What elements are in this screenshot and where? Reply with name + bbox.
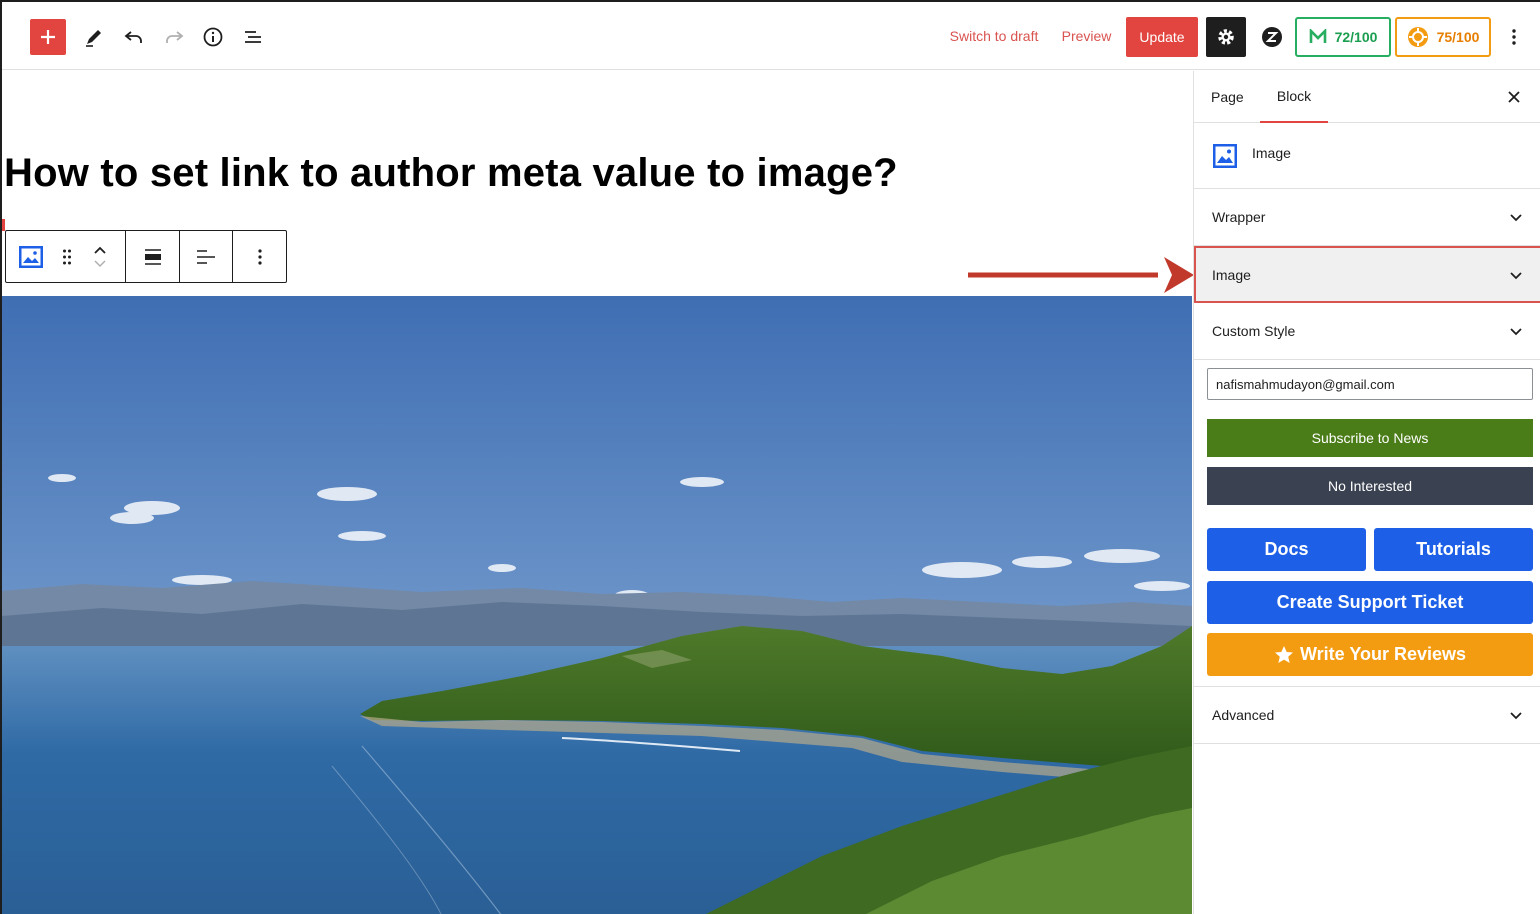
chevron-down-icon xyxy=(1510,712,1522,720)
z-plugin-button[interactable] xyxy=(1254,19,1290,55)
more-vertical-icon xyxy=(1512,29,1516,45)
list-view-button[interactable] xyxy=(235,19,271,55)
block-card: Image xyxy=(1194,123,1540,189)
support-ticket-button[interactable]: Create Support Ticket xyxy=(1207,581,1533,624)
switch-to-draft-link[interactable]: Switch to draft xyxy=(948,26,1040,46)
undo-icon xyxy=(124,31,142,43)
block-card-title: Image xyxy=(1252,145,1291,161)
drag-handle[interactable] xyxy=(56,231,78,282)
wide-width-button[interactable] xyxy=(126,231,179,282)
chevron-down-icon xyxy=(1510,214,1522,222)
update-button[interactable]: Update xyxy=(1126,17,1198,57)
subscribe-button[interactable]: Subscribe to News xyxy=(1207,419,1533,457)
seo-score-value: 72/100 xyxy=(1334,29,1378,45)
block-toolbar xyxy=(5,230,287,283)
chevron-down-icon xyxy=(1510,328,1522,336)
details-button[interactable] xyxy=(195,19,231,55)
block-toolbar-group-type xyxy=(6,231,126,282)
sidebar-tabs: Page Block xyxy=(1194,71,1540,123)
align-button[interactable] xyxy=(180,231,232,282)
editor-canvas[interactable]: How to set link to author meta value to … xyxy=(2,71,1192,914)
chevron-down-icon[interactable] xyxy=(93,259,107,268)
panel-wrapper[interactable]: Wrapper xyxy=(1194,189,1540,246)
panel-image[interactable]: Image xyxy=(1194,246,1540,303)
landscape-photo xyxy=(2,296,1192,914)
chevron-down-icon xyxy=(1510,271,1522,279)
panel-wrapper-label: Wrapper xyxy=(1212,209,1266,225)
docs-button[interactable]: Docs xyxy=(1207,528,1366,571)
more-vertical-icon xyxy=(257,248,262,265)
annotation-arrow xyxy=(968,257,1194,293)
block-options-button[interactable] xyxy=(233,231,286,282)
redo-icon xyxy=(166,31,184,43)
block-toolbar-group-align xyxy=(180,231,233,282)
m-logo-icon xyxy=(1309,29,1326,43)
editor-window: Switch to draft Preview Update 72/100 75… xyxy=(0,0,1540,914)
image-block[interactable] xyxy=(2,296,1192,914)
list-view-icon xyxy=(245,31,261,43)
z-logo-icon xyxy=(1262,27,1282,47)
write-reviews-label: Write Your Reviews xyxy=(1299,644,1467,664)
panel-custom-style-label: Custom Style xyxy=(1212,323,1296,339)
readability-score-button[interactable]: 75/100 xyxy=(1395,17,1491,57)
close-sidebar-button[interactable] xyxy=(1502,85,1526,109)
panel-image-label: Image xyxy=(1212,266,1251,283)
tab-page[interactable]: Page xyxy=(1211,71,1251,123)
drag-handle-icon xyxy=(63,249,71,264)
plugin-promo-panel: Subscribe to News No Interested Docs Tut… xyxy=(1194,360,1540,687)
write-reviews-button[interactable]: Write Your Reviews xyxy=(1207,633,1533,676)
gear-icon xyxy=(1218,29,1234,45)
post-title[interactable]: How to set link to author meta value to … xyxy=(4,151,898,196)
plus-icon xyxy=(41,30,55,44)
info-icon xyxy=(203,27,223,47)
seo-score-button[interactable]: 72/100 xyxy=(1295,17,1391,57)
top-toolbar: Switch to draft Preview Update 72/100 75… xyxy=(2,2,1540,70)
panel-advanced-label: Advanced xyxy=(1212,707,1275,723)
block-indicator xyxy=(2,219,5,231)
block-toolbar-group-width xyxy=(126,231,180,282)
tools-button[interactable] xyxy=(76,19,112,55)
block-type-button[interactable] xyxy=(6,231,56,282)
redo-button[interactable] xyxy=(156,19,192,55)
align-left-icon xyxy=(197,249,215,264)
align-wide-icon xyxy=(144,248,161,265)
panel-custom-style[interactable]: Custom Style xyxy=(1194,303,1540,360)
close-icon xyxy=(1508,91,1520,103)
options-button[interactable] xyxy=(1498,19,1530,55)
image-block-icon xyxy=(1213,144,1237,168)
panel-advanced[interactable]: Advanced xyxy=(1194,687,1540,744)
settings-button[interactable] xyxy=(1206,17,1246,57)
add-block-button[interactable] xyxy=(30,19,66,55)
email-field[interactable] xyxy=(1207,368,1533,400)
orange-badge-icon xyxy=(1407,27,1428,47)
tutorials-button[interactable]: Tutorials xyxy=(1374,528,1533,571)
block-toolbar-group-options xyxy=(233,231,286,282)
star-icon xyxy=(1274,645,1293,663)
image-block-icon xyxy=(19,245,43,268)
tab-block[interactable]: Block xyxy=(1260,71,1328,123)
pencil-icon xyxy=(86,30,101,47)
preview-link[interactable]: Preview xyxy=(1062,26,1112,46)
chevron-up-icon[interactable] xyxy=(93,246,107,255)
readability-score-value: 75/100 xyxy=(1436,29,1480,45)
undo-button[interactable] xyxy=(116,19,152,55)
move-buttons[interactable] xyxy=(78,231,122,282)
not-interested-button[interactable]: No Interested xyxy=(1207,467,1533,505)
settings-sidebar: Page Block Image Wrapper Image Custom St… xyxy=(1193,71,1540,914)
